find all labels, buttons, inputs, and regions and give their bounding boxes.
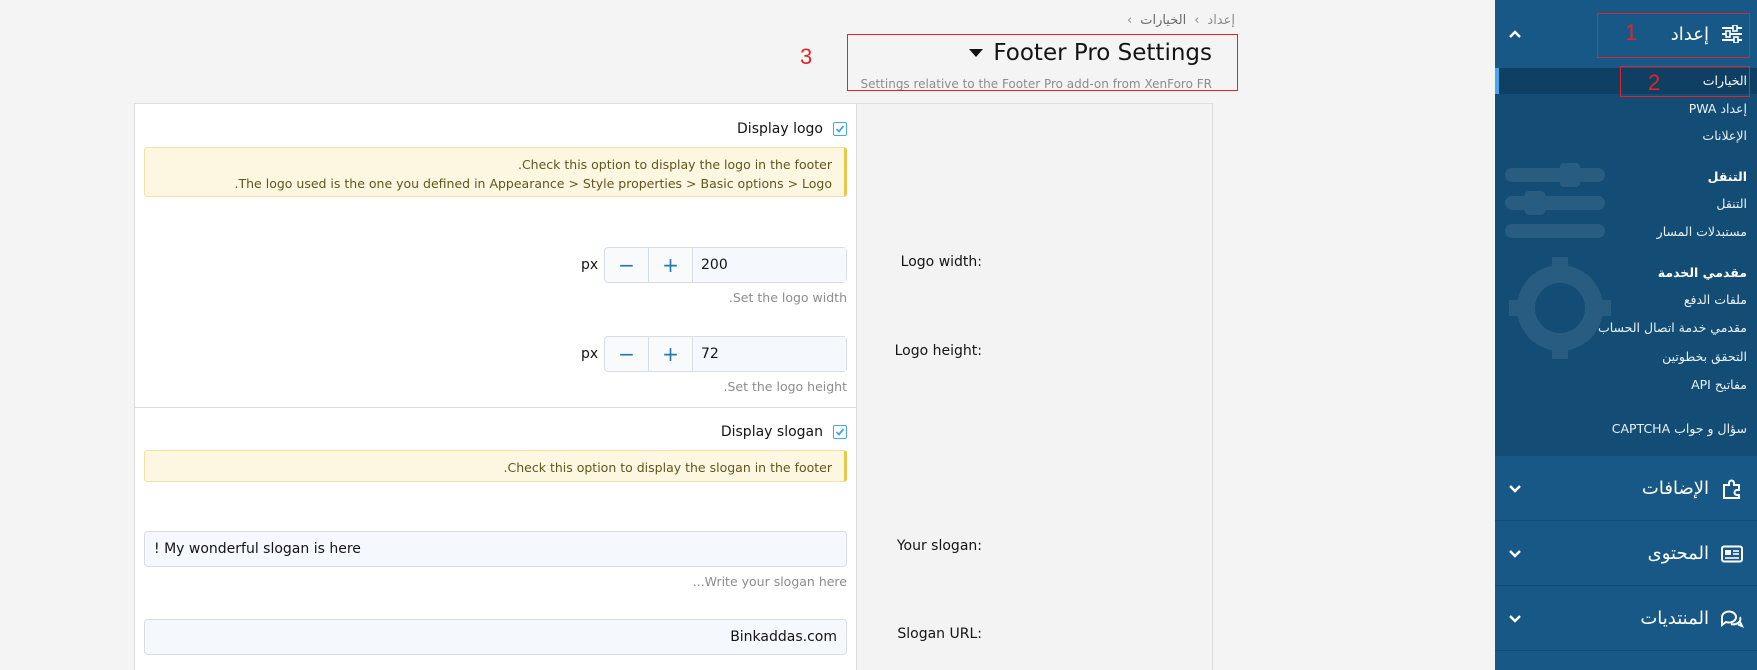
annotation-number-2: 2 [1648,70,1661,95]
chevron-down-icon[interactable] [1505,478,1525,498]
sidebar-item-api-keys[interactable]: مفاتيح API [1691,377,1747,392]
sidebar-content-label: المحتوى [1647,543,1709,564]
chevron-down-icon[interactable] [1505,608,1525,628]
display-slogan-hint-text: Check this option to display the slogan … [503,460,832,475]
annotation-box-3 [847,34,1238,91]
breadcrumb-item-options[interactable]: الخيارات [1140,13,1186,28]
increment-button[interactable]: + [649,337,693,371]
sidebar-active-indicator [1495,68,1499,94]
sidebar-section-content[interactable]: المحتوى [1495,521,1757,586]
breadcrumb: إعداد › الخيارات › [1127,13,1235,28]
display-logo-checkbox[interactable] [833,122,847,136]
logo-height-unit: px [581,346,599,362]
sliders-watermark-icon [1505,163,1605,238]
sidebar-forums-label: المنتديات [1640,608,1709,629]
logo-width-label: Logo width: [900,254,982,270]
sidebar-item-two-step[interactable]: التحقق بخطوتين [1662,349,1747,364]
display-slogan-label: Display slogan [720,424,823,440]
increment-button[interactable]: + [649,248,693,282]
annotation-number-1: 1 [1625,20,1638,45]
check-icon [835,428,845,436]
comments-icon [1719,608,1745,630]
annotation-number-3: 3 [800,44,813,69]
display-logo-label: Display logo [737,121,823,137]
logo-width-explain: Set the logo width. [728,290,847,305]
puzzle-icon [1719,478,1745,500]
slogan-url-label: Slogan URL: [897,626,982,642]
display-slogan-checkbox[interactable] [833,425,847,439]
display-logo-hint-line1: Check this option to display the logo in… [517,157,832,172]
logo-height-label: Logo height: [894,343,982,359]
your-slogan-explain: Write your slogan here... [692,574,847,589]
logo-width-input[interactable]: 200 [693,248,846,282]
newspaper-icon [1719,543,1745,565]
your-slogan-input[interactable]: My wonderful slogan is here ! [144,531,847,567]
gear-watermark-icon [1509,257,1611,359]
sidebar-section-forums[interactable]: المنتديات [1495,586,1757,651]
sidebar-item-payment-profiles[interactable]: ملفات الدفع [1684,292,1747,307]
sidebar-item-ads[interactable]: الإعلانات [1702,128,1747,143]
sidebar-item-captcha[interactable]: سؤال و جواب CAPTCHA [1612,421,1747,436]
check-icon [835,125,845,133]
display-logo-hint: Check this option to display the logo in… [144,147,847,197]
logo-width-unit: px [581,257,599,273]
options-form: Display logo Check this option to displa… [134,103,1213,670]
form-divider [135,407,856,408]
sidebar-item-navigation[interactable]: التنقل [1716,196,1747,211]
slogan-url-input[interactable]: Binkaddas.com [144,619,847,655]
display-logo-option[interactable]: Display logo [737,121,847,137]
display-slogan-option[interactable]: Display slogan [721,424,847,440]
sidebar-group-providers: مقدمي الخدمة [1657,265,1747,280]
sidebar-item-route-filters[interactable]: مستبدلات المسار [1657,224,1747,239]
sidebar-addons-label: الإضافات [1641,478,1709,499]
breadcrumb-separator: › [1127,13,1133,28]
logo-height-explain: Set the logo height. [723,379,848,394]
chevron-down-icon[interactable] [1505,543,1525,563]
chevron-up-icon[interactable] [1505,24,1525,44]
display-logo-hint-line2: The logo used is the one you defined in … [234,176,832,191]
sidebar-item-connected-accounts[interactable]: مقدمي خدمة اتصال الحساب [1598,320,1747,335]
annotation-box-2 [1620,66,1750,97]
sidebar-setup-submenu [1495,68,1757,456]
sidebar-item-pwa[interactable]: إعداد PWA [1689,101,1747,116]
sidebar: إعداد الخيارات إعداد PWA الإعلانات التنق… [1495,0,1757,670]
logo-height-input[interactable]: 72 [693,337,846,371]
annotation-box-1 [1597,13,1750,58]
breadcrumb-item-setup[interactable]: إعداد [1207,13,1235,28]
sidebar-group-navigation: التنقل [1707,169,1747,184]
form-controls-column: Display logo Check this option to displa… [135,104,857,670]
your-slogan-label: Your slogan: [896,538,982,554]
logo-width-stepper: − + 200 [604,247,847,283]
logo-height-stepper: − + 72 [604,336,847,372]
decrement-button[interactable]: − [605,337,649,371]
breadcrumb-separator: › [1194,13,1200,28]
sidebar-section-addons[interactable]: الإضافات [1495,456,1757,521]
decrement-button[interactable]: − [605,248,649,282]
display-slogan-hint: Check this option to display the slogan … [144,450,847,482]
